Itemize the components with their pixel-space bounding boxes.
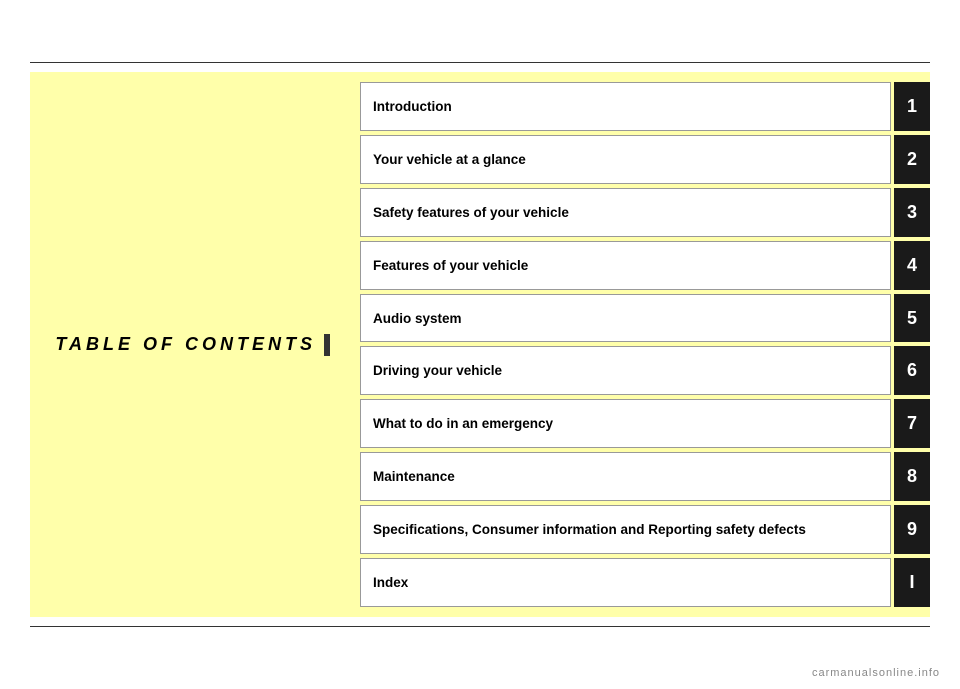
toc-item-number-8: 8 bbox=[894, 452, 930, 501]
watermark: carmanualsonline.info bbox=[812, 667, 940, 679]
toc-item-label-8[interactable]: Maintenance bbox=[360, 452, 891, 501]
left-panel: TABLE OF CONTENTS bbox=[30, 72, 350, 617]
toc-row[interactable]: Your vehicle at a glance2 bbox=[360, 135, 930, 184]
toc-item-number-9: 9 bbox=[894, 505, 930, 554]
toc-item-label-3[interactable]: Safety features of your vehicle bbox=[360, 188, 891, 237]
toc-row[interactable]: Maintenance8 bbox=[360, 452, 930, 501]
top-divider bbox=[30, 62, 930, 63]
toc-item-label-5[interactable]: Audio system bbox=[360, 294, 891, 343]
toc-row[interactable]: IndexI bbox=[360, 558, 930, 607]
toc-row[interactable]: Introduction1 bbox=[360, 82, 930, 131]
toc-row[interactable]: Audio system5 bbox=[360, 294, 930, 343]
toc-row[interactable]: What to do in an emergency7 bbox=[360, 399, 930, 448]
toc-item-number-7: 7 bbox=[894, 399, 930, 448]
toc-item-number-5: 5 bbox=[894, 294, 930, 343]
toc-item-number-6: 6 bbox=[894, 346, 930, 395]
toc-row[interactable]: Specifications, Consumer information and… bbox=[360, 505, 930, 554]
toc-item-label-10[interactable]: Index bbox=[360, 558, 891, 607]
toc-title-text: TABLE OF CONTENTS bbox=[55, 334, 316, 355]
toc-row[interactable]: Features of your vehicle4 bbox=[360, 241, 930, 290]
toc-list: Introduction1Your vehicle at a glance2Sa… bbox=[350, 72, 930, 617]
main-container: TABLE OF CONTENTS Introduction1Your vehi… bbox=[30, 72, 930, 617]
toc-item-label-9[interactable]: Specifications, Consumer information and… bbox=[360, 505, 891, 554]
toc-item-label-1[interactable]: Introduction bbox=[360, 82, 891, 131]
toc-item-label-7[interactable]: What to do in an emergency bbox=[360, 399, 891, 448]
toc-item-number-1: 1 bbox=[894, 82, 930, 131]
toc-title: TABLE OF CONTENTS bbox=[55, 334, 330, 356]
toc-item-number-3: 3 bbox=[894, 188, 930, 237]
toc-item-number-10: I bbox=[894, 558, 930, 607]
toc-row[interactable]: Driving your vehicle6 bbox=[360, 346, 930, 395]
toc-row[interactable]: Safety features of your vehicle3 bbox=[360, 188, 930, 237]
bottom-divider bbox=[30, 626, 930, 627]
toc-item-number-4: 4 bbox=[894, 241, 930, 290]
toc-title-marker bbox=[324, 334, 330, 356]
toc-item-label-2[interactable]: Your vehicle at a glance bbox=[360, 135, 891, 184]
toc-item-number-2: 2 bbox=[894, 135, 930, 184]
toc-item-label-4[interactable]: Features of your vehicle bbox=[360, 241, 891, 290]
toc-item-label-6[interactable]: Driving your vehicle bbox=[360, 346, 891, 395]
